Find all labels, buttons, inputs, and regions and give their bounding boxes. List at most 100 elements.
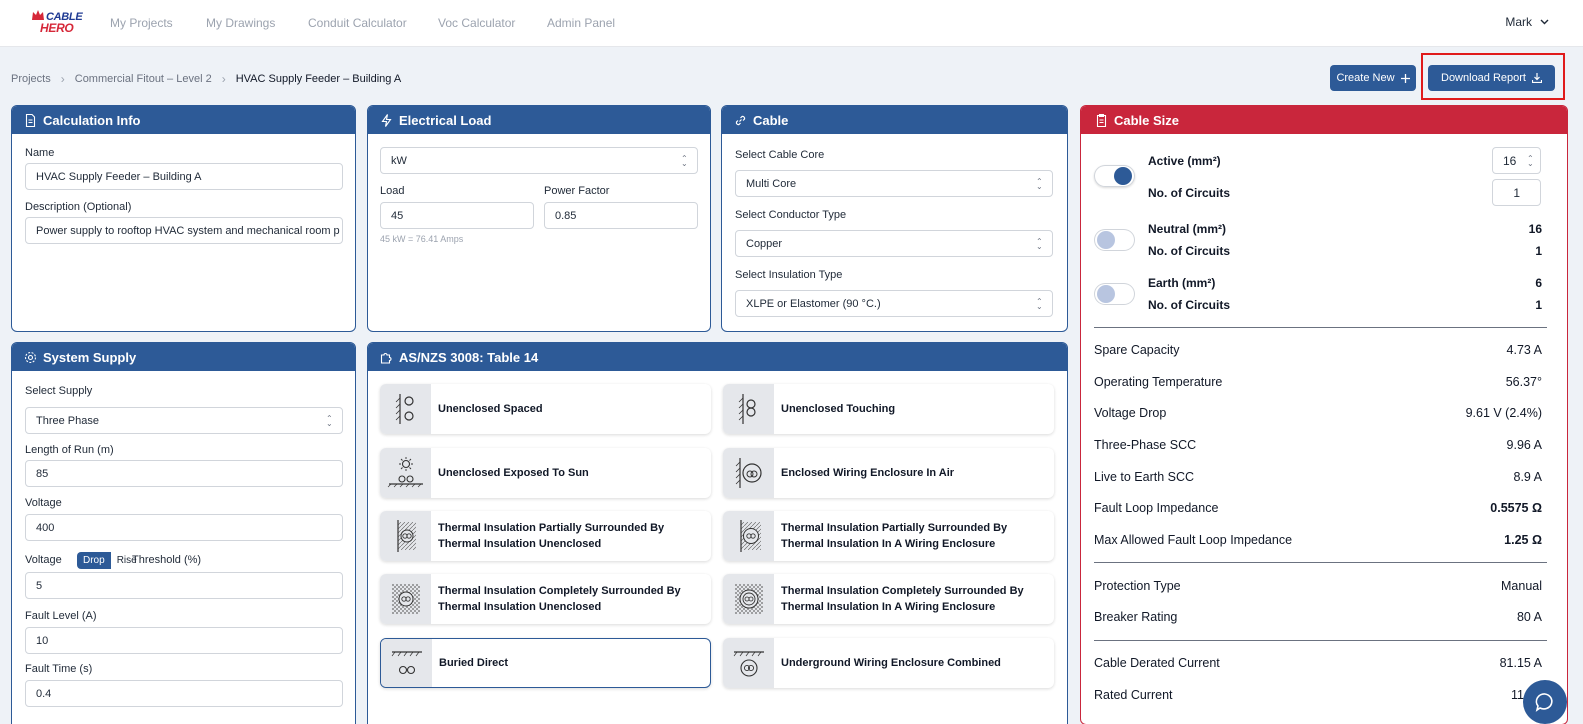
breadcrumb-projects[interactable]: Projects [11,73,51,85]
cable-title: Cable [753,112,789,128]
name-label: Name [25,147,55,159]
install-option-label: Thermal Insulation Partially Surrounded … [438,522,665,550]
neutral-toggle[interactable] [1094,229,1135,251]
install-option-underground-enclosure[interactable]: Underground Wiring Enclosure Combined [723,638,1054,688]
electrical-load-title: Electrical Load [399,112,492,128]
fault-level-input[interactable]: 10 [25,627,343,654]
chat-button[interactable] [1523,680,1567,724]
breadcrumb-project[interactable]: Commercial Fitout – Level 2 [75,73,212,85]
active-size-select[interactable]: 16 ⌃ ⌄ [1492,147,1541,174]
table14-header: AS/NZS 3008: Table 14 [368,343,1067,371]
earth-circuits-value: 1 [1535,298,1542,312]
description-input[interactable]: Power supply to rooftop HVAC system and … [25,217,343,244]
puzzle-icon [380,352,392,364]
cable-size-card: Cable Size Active (mm²) 16 ⌃ ⌄ No. of Cir… [1080,105,1568,724]
result-label: Operating Temperature [1094,375,1223,389]
result-value: 56.37° [1505,375,1542,389]
nav-voc-calculator[interactable]: Voc Calculator [438,16,515,30]
conductor-type-select[interactable]: Copper ⌃ ⌄ [735,230,1053,257]
derated-current-label: Cable Derated Current [1094,656,1220,670]
load-unit-value: kW [391,154,407,167]
earth-label: Earth (mm²) [1148,276,1216,290]
select-arrows-icon: ⌃ ⌄ [681,154,688,168]
result-label: Voltage Drop [1094,406,1167,420]
load-input[interactable]: 45 [380,202,534,229]
result-label: Three-Phase SCC [1094,438,1197,452]
breadcrumb: Projects › Commercial Fitout – Level 2 ›… [11,72,401,86]
insulation-type-label: Select Insulation Type [735,269,843,281]
fault-time-input[interactable]: 0.4 [25,680,343,707]
install-option-enclosed-in-air[interactable]: Enclosed Wiring Enclosure In Air [723,448,1054,498]
length-input[interactable]: 85 [25,460,343,487]
nav-my-projects[interactable]: My Projects [110,16,173,30]
threshold-label: Threshold (%) [132,554,202,566]
table14-title: AS/NZS 3008: Table 14 [399,349,539,365]
create-new-button[interactable]: Create New [1330,65,1416,91]
system-supply-header: System Supply [12,343,355,371]
install-option-unenclosed-touching[interactable]: Unenclosed Touching [723,384,1054,434]
load-unit-select[interactable]: kW ⌃ ⌄ [380,147,698,174]
install-option-thermal-complete-unenclosed[interactable]: Thermal Insulation Completely Surrounded… [380,574,711,624]
cable-size-title: Cable Size [1114,112,1180,128]
result-label: Spare Capacity [1094,343,1180,357]
result-value: 8.9 A [1513,470,1543,484]
document-icon [25,113,36,127]
select-arrows-icon: ⌃ ⌄ [1527,154,1534,168]
result-value: 0.5575 Ω [1490,501,1542,515]
toggle-knob [1097,285,1115,303]
result-value: 9.96 A [1506,438,1542,452]
cable-core-select[interactable]: Multi Core ⌃ ⌄ [735,170,1053,197]
insulation-type-select[interactable]: XLPE or Elastomer (90 °C.) ⌃ ⌄ [735,290,1053,317]
active-circuits-value: 1 [1513,185,1520,200]
system-supply-title: System Supply [43,349,137,365]
protection-type-value: Manual [1501,579,1542,593]
active-size-value: 16 [1503,153,1517,168]
fault-time-label: Fault Time (s) [25,663,93,675]
threshold-input[interactable]: 5 [25,572,343,599]
cable-core-value: Multi Core [746,177,797,190]
chevron-down-icon [1540,19,1549,25]
install-option-exposed-to-sun[interactable]: Unenclosed Exposed To Sun [380,448,711,498]
install-option-label: Enclosed Wiring Enclosure In Air [781,467,955,479]
user-name: Mark [1505,15,1532,29]
power-factor-input[interactable]: 0.85 [544,202,698,229]
nav-admin-panel[interactable]: Admin Panel [547,16,615,30]
insulation-type-value: XLPE or Elastomer (90 °C.) [746,297,881,310]
install-option-thermal-partial-unenclosed[interactable]: Thermal Insulation Partially Surrounded … [380,511,711,561]
voltage-input[interactable]: 400 [25,514,343,541]
sun-exposure-icon [380,448,431,498]
active-circuits-input[interactable]: 1 [1492,179,1541,206]
rated-current-label: Rated Current [1094,688,1173,702]
install-option-thermal-partial-enclosure[interactable]: Thermal Insulation Partially Surrounded … [723,511,1054,561]
install-option-label: Thermal Insulation Completely Surrounded… [438,585,681,613]
toggle-knob [1114,167,1132,185]
voltage-label: Voltage [25,497,62,509]
install-option-unenclosed-spaced[interactable]: Unenclosed Spaced [380,384,711,434]
cable-size-header: Cable Size [1081,106,1567,134]
create-new-label: Create New [1336,72,1395,84]
logo-text-hero: HERO [40,21,74,35]
install-option-thermal-complete-enclosure[interactable]: Thermal Insulation Completely Surrounded… [723,574,1054,624]
chevron-right-icon: › [60,72,65,86]
top-navbar: CABLE HERO My Projects My Drawings Condu… [0,0,1583,47]
install-option-label: Thermal Insulation Partially Surrounded … [781,522,1008,550]
name-input[interactable]: HVAC Supply Feeder – Building A [25,163,343,190]
drop-option[interactable]: Drop [77,552,111,569]
user-menu[interactable]: Mark [1505,15,1549,29]
active-toggle[interactable] [1094,165,1135,187]
nav-conduit-calculator[interactable]: Conduit Calculator [308,16,407,30]
neutral-circuits-label: No. of Circuits [1148,244,1231,258]
wiring-enclosure-air-icon [723,448,774,498]
neutral-label: Neutral (mm²) [1148,222,1227,236]
unenclosed-touching-icon [723,384,774,434]
nav-my-drawings[interactable]: My Drawings [206,16,275,30]
earth-toggle[interactable] [1094,283,1135,305]
underground-enclosure-icon [723,638,774,688]
thermal-partial-unenclosed-icon [380,511,431,561]
highlight-annotation [1421,53,1565,100]
electrical-load-header: Electrical Load [368,106,710,134]
neutral-circuits-value: 1 [1535,244,1542,258]
cable-hero-logo[interactable]: CABLE HERO [26,8,83,40]
supply-select[interactable]: Three Phase ⌃ ⌄ [25,407,343,434]
install-option-buried-direct[interactable]: Buried Direct [380,638,711,688]
